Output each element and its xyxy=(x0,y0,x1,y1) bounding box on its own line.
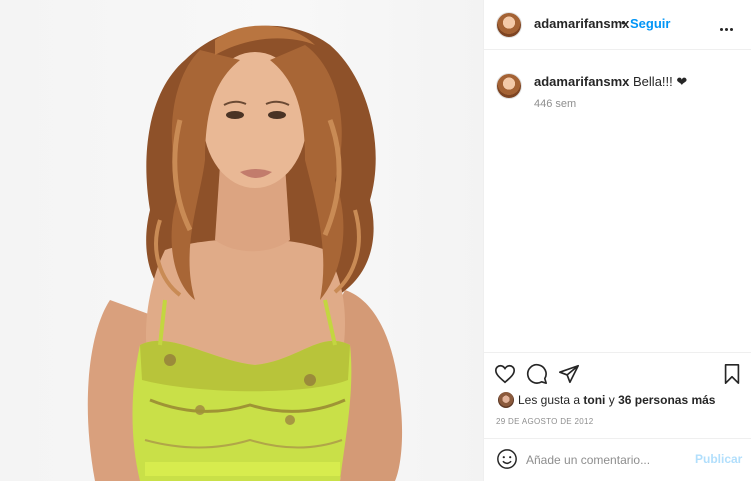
avatar[interactable] xyxy=(496,12,522,38)
comment-bubble-icon[interactable] xyxy=(526,363,548,385)
caption-username[interactable]: adamarifansmx xyxy=(534,74,629,89)
post-side-panel: adamarifansmx • Seguir adamarifansmx Bel… xyxy=(483,0,751,481)
post-header: adamarifansmx • Seguir xyxy=(484,0,751,50)
publish-button[interactable]: Publicar xyxy=(695,452,742,466)
woman-portrait-image xyxy=(87,25,403,481)
bookmark-icon[interactable] xyxy=(722,363,742,385)
paper-plane-icon[interactable] xyxy=(558,363,580,385)
post-date[interactable]: 29 DE AGOSTO DE 2012 xyxy=(496,417,593,426)
likes-prefix: Les gusta a xyxy=(518,393,581,407)
follow-button[interactable]: Seguir xyxy=(630,16,670,31)
more-horizontal-icon[interactable] xyxy=(720,18,740,31)
separator-dot: • xyxy=(621,15,626,30)
caption-line: adamarifansmx Bella!!! ❤ xyxy=(534,74,687,90)
post-photo[interactable] xyxy=(0,0,483,481)
add-comment-bar: Publicar xyxy=(484,438,751,481)
likes-summary: Les gusta a toni y 36 personas más xyxy=(498,392,715,408)
likes-first-user[interactable]: toni xyxy=(583,393,605,407)
avatar[interactable] xyxy=(496,73,522,99)
likes-connector: y xyxy=(608,393,615,407)
comment-input[interactable] xyxy=(526,448,676,472)
liker-avatar[interactable] xyxy=(498,392,514,408)
emoji-smile-icon[interactable] xyxy=(496,448,518,470)
heart-icon[interactable] xyxy=(494,363,516,385)
post-actions: Les gusta a toni y 36 personas más 29 DE… xyxy=(484,352,751,438)
caption-age[interactable]: 446 sem xyxy=(534,98,576,110)
likes-others-link[interactable]: 36 personas más xyxy=(618,393,715,407)
username-link[interactable]: adamarifansmx xyxy=(534,16,629,31)
caption-text: Bella!!! ❤ xyxy=(633,74,688,89)
